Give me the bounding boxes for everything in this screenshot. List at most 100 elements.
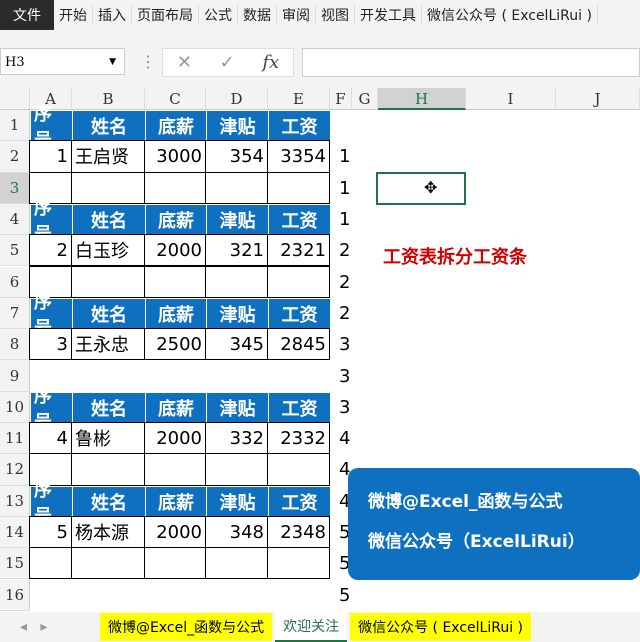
column-header-B[interactable]: B [72,88,145,110]
blank-cell[interactable] [29,547,72,580]
blank-cell[interactable] [205,453,268,486]
blank-cell[interactable] [71,453,145,486]
formula-input[interactable] [302,48,640,77]
row-header-3[interactable]: 3 [0,172,30,204]
data-cell[interactable]: 3354 [267,140,330,173]
ribbon-tab[interactable]: 插入 [93,5,132,25]
column-header-J[interactable]: J [556,88,640,110]
column-f-cell[interactable]: 2 [336,267,356,298]
blank-cell[interactable] [144,171,206,204]
blank-cell[interactable] [144,265,206,298]
name-box[interactable]: H3 ▼ [0,48,125,75]
blank-cell[interactable] [71,359,145,391]
data-cell[interactable]: 3000 [144,140,206,173]
sheet-tab-wechat[interactable]: 微信公众号 ( ExcelLiRui ) [350,613,532,641]
blank-cell[interactable] [267,453,330,486]
data-cell[interactable]: 2332 [267,422,330,455]
column-f-cell[interactable]: 3 [336,392,356,423]
data-cell[interactable]: 2321 [267,234,330,267]
ribbon-tab[interactable]: 微信公众号 ( ExcelLiRui ) [422,5,598,25]
row-header-16[interactable]: 16 [0,579,30,611]
row-header-10[interactable]: 10 [0,391,30,423]
row-header-6[interactable]: 6 [0,266,30,298]
row-header-14[interactable]: 14 [0,516,30,549]
ribbon-tab[interactable]: 审阅 [277,5,316,25]
blank-cell[interactable] [205,547,268,580]
data-cell[interactable]: 2348 [267,515,330,549]
file-tab[interactable]: 文件 [0,0,54,30]
sheet-tab-welcome[interactable]: 欢迎关注 [275,612,348,642]
column-header-G[interactable]: G [352,88,378,110]
blank-cell[interactable] [267,359,330,391]
column-f-cell[interactable]: 1 [336,141,356,172]
column-f-cell[interactable]: 5 [336,580,356,611]
blank-cell[interactable] [267,265,330,298]
chevron-down-icon[interactable]: ▼ [109,49,116,76]
sheet-nav-arrows[interactable]: ◂ ▸ [0,619,100,635]
blank-cell[interactable] [144,453,206,486]
cancel-icon[interactable]: ✕ [177,52,192,73]
function-icon[interactable]: fx [262,52,279,73]
ribbon-tab[interactable]: 开发工具 [355,5,422,25]
column-header-C[interactable]: C [145,88,206,110]
enter-icon[interactable]: ✓ [220,52,235,73]
data-cell[interactable]: 2000 [144,234,206,267]
blank-cell[interactable] [267,547,330,580]
data-cell[interactable]: 2 [29,234,72,267]
blank-cell[interactable] [205,171,268,204]
blank-cell[interactable] [71,171,145,204]
row-header-2[interactable]: 2 [0,141,30,173]
blank-cell[interactable] [205,359,268,391]
row-header-9[interactable]: 9 [0,360,30,392]
blank-cell[interactable] [267,171,330,204]
sheet-tab-weibo[interactable]: 微博@Excel_函数与公式 [100,613,273,641]
ribbon-tab[interactable]: 页面布局 [132,5,199,25]
data-cell[interactable]: 354 [205,140,268,173]
ribbon-tab[interactable]: 视图 [316,5,355,25]
data-cell[interactable]: 1 [29,140,72,173]
row-header-13[interactable]: 13 [0,485,30,517]
data-cell[interactable]: 王永忠 [71,328,145,361]
blank-cell[interactable] [71,265,145,298]
column-f-cell[interactable]: 3 [336,329,356,360]
data-cell[interactable]: 4 [29,422,72,455]
data-cell[interactable]: 2845 [267,328,330,361]
data-cell[interactable]: 2500 [144,328,206,361]
row-header-1[interactable]: 1 [0,110,30,142]
column-header-I[interactable]: I [466,88,556,110]
row-header-11[interactable]: 11 [0,423,30,455]
column-f-cell[interactable]: 1 [336,173,356,204]
column-f-cell[interactable]: 2 [336,298,356,329]
data-cell[interactable]: 王启贤 [71,140,145,173]
data-cell[interactable]: 鲁彬 [71,422,145,455]
column-header-E[interactable]: E [268,88,330,110]
row-header-12[interactable]: 12 [0,454,30,486]
data-cell[interactable]: 345 [205,328,268,361]
column-f-cell[interactable]: 1 [336,204,356,235]
data-cell[interactable]: 白玉珍 [71,234,145,267]
select-all-corner[interactable] [0,88,30,110]
column-f-cell[interactable]: 4 [336,423,356,454]
data-cell[interactable]: 348 [205,515,268,549]
drag-handle-icon[interactable]: ⋮ [140,52,156,71]
column-header-H[interactable]: H [378,88,466,110]
data-cell[interactable]: 332 [205,422,268,455]
data-cell[interactable]: 3 [29,328,72,361]
row-header-15[interactable]: 15 [0,548,30,580]
blank-cell[interactable] [144,359,206,391]
ribbon-tab[interactable]: 公式 [199,5,238,25]
blank-cell[interactable] [205,265,268,298]
blank-cell[interactable] [71,547,145,580]
data-cell[interactable]: 321 [205,234,268,267]
data-cell[interactable]: 2000 [144,422,206,455]
row-header-7[interactable]: 7 [0,297,30,330]
row-header-8[interactable]: 8 [0,329,30,361]
row-header-4[interactable]: 4 [0,203,30,236]
ribbon-tab[interactable]: 开始 [54,5,93,25]
blank-cell[interactable] [144,547,206,580]
data-cell[interactable]: 2000 [144,515,206,549]
ribbon-tab[interactable]: 数据 [238,5,277,25]
column-header-D[interactable]: D [206,88,268,110]
column-header-F[interactable]: F [330,88,352,110]
selected-cell-h3[interactable]: ✥ [376,172,466,205]
